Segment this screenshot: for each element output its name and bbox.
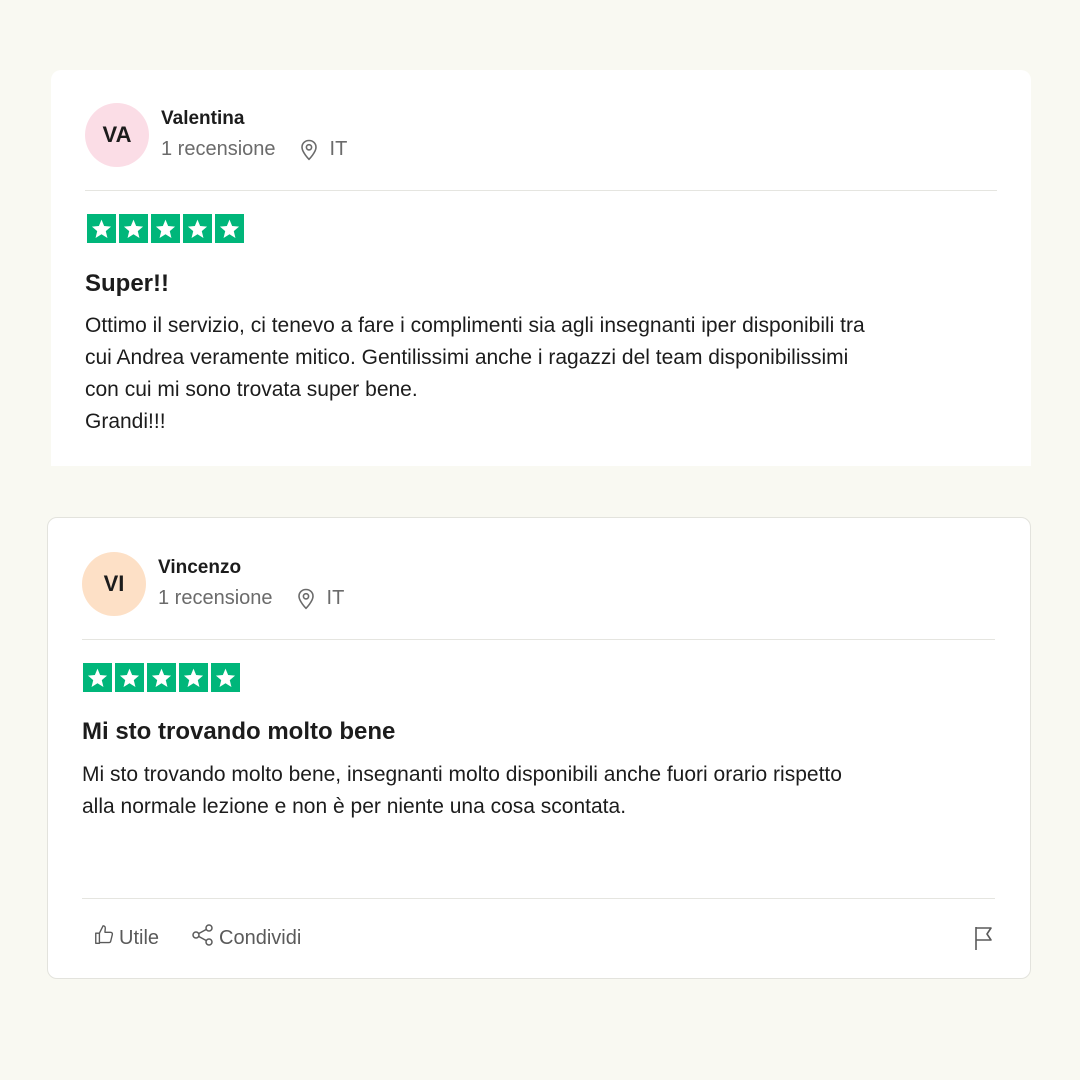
location-pin-icon [297,588,317,610]
star-icon [151,214,180,243]
avatar-initials: VA [102,122,132,147]
star-icon [215,214,244,243]
avatar[interactable]: VA [85,103,149,167]
share-button[interactable]: Condividi [191,924,301,952]
thumbs-up-icon [93,924,119,952]
star-rating [83,663,240,692]
review-actions: Utile Condividi [93,924,301,952]
star-icon [147,663,176,692]
review-card: VA Valentina 1 recensione IT Super!! Ott… [51,70,1031,466]
avatar[interactable]: VI [82,552,146,616]
divider [82,639,995,640]
useful-button[interactable]: Utile [93,924,159,952]
country-code: IT [326,587,345,609]
reviewer-meta: 1 recensione IT [161,138,347,161]
review-count: 1 recensione [158,587,273,609]
useful-label: Utile [119,926,160,949]
reviewer-name[interactable]: Valentina [161,108,244,130]
share-label: Condividi [219,926,302,949]
divider [82,898,995,899]
report-flag-icon[interactable] [973,925,995,956]
avatar-initials: VI [103,571,125,596]
star-icon [119,214,148,243]
star-icon [183,214,212,243]
review-title[interactable]: Mi sto trovando molto bene [82,718,395,746]
review-body: Ottimo il servizio, ci tenevo a fare i c… [85,314,865,433]
share-icon [191,924,219,952]
star-icon [211,663,240,692]
review-count: 1 recensione [161,138,276,160]
reviewer-name[interactable]: Vincenzo [158,557,241,579]
divider [85,190,997,191]
star-icon [83,663,112,692]
review-card: VI Vincenzo 1 recensione IT Mi sto trova… [47,517,1031,979]
location-pin-icon [300,139,320,161]
star-icon [87,214,116,243]
review-body: Mi sto trovando molto bene, insegnanti m… [82,763,842,818]
reviewer-meta: 1 recensione IT [158,587,344,610]
star-icon [115,663,144,692]
star-rating [87,214,244,243]
review-title[interactable]: Super!! [85,270,169,298]
country-code: IT [329,138,348,160]
star-icon [179,663,208,692]
